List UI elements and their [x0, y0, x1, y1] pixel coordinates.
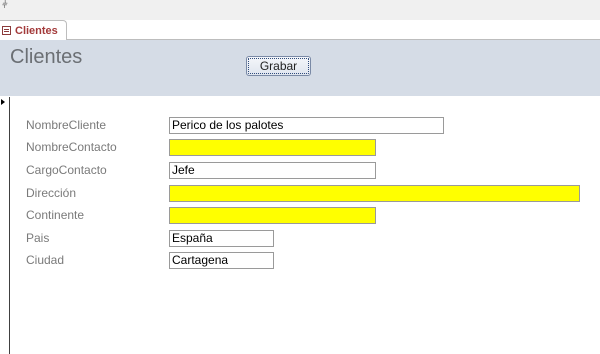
label-nombre-contacto: NombreContacto: [26, 140, 117, 154]
label-cargo-contacto: CargoContacto: [26, 163, 107, 177]
pais-field[interactable]: España: [169, 230, 274, 247]
label-continente: Continente: [26, 208, 85, 222]
cargo-contacto-field[interactable]: Jefe: [169, 162, 376, 179]
continente-field[interactable]: [169, 207, 376, 224]
dropdown-arrow-icon[interactable]: ⫩: [2, 0, 8, 11]
page-title: Clientes: [10, 46, 83, 68]
label-direccion: Dirección: [26, 186, 77, 200]
form-detail: [0, 96, 600, 354]
tab-clientes[interactable]: Clientes: [0, 20, 67, 41]
document-tabstrip: Clientes: [0, 20, 600, 41]
tab-label: Clientes: [15, 24, 58, 37]
form-header: Clientes Grabar: [0, 40, 600, 96]
form-icon: [2, 26, 11, 35]
label-ciudad: Ciudad: [26, 253, 65, 267]
label-nombre-cliente: NombreCliente: [26, 118, 107, 132]
nombre-contacto-field[interactable]: [169, 139, 376, 156]
save-button[interactable]: Grabar: [246, 56, 311, 76]
ciudad-field[interactable]: Cartagena: [169, 252, 274, 269]
quick-access-toolbar: ⫩: [0, 0, 600, 21]
direccion-field[interactable]: [169, 185, 580, 202]
label-pais: Pais: [26, 231, 50, 245]
record-selector[interactable]: [0, 97, 10, 354]
current-record-arrow-icon: [1, 99, 5, 105]
nombre-cliente-field[interactable]: Perico de los palotes: [169, 117, 444, 134]
